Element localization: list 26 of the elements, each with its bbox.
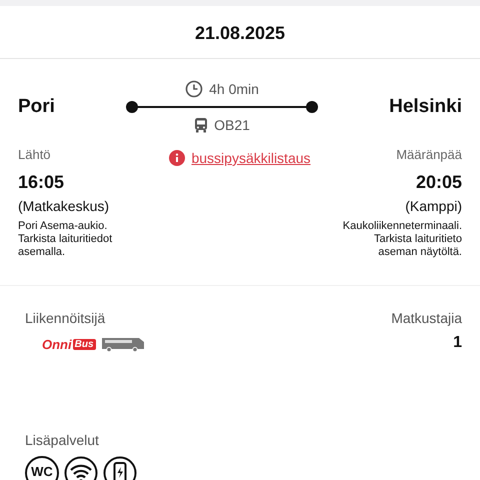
passenger-count: 1 (453, 334, 462, 352)
info-icon (169, 150, 186, 166)
duration-text: 4h 0min (209, 81, 259, 97)
departure-note: Pori Asema-aukio. Tarkista laituritiedot asemalla. (18, 220, 114, 259)
operator-logo: Onni Bus (42, 336, 96, 352)
arrival-station: (Kamppi) (405, 198, 462, 214)
arrival-note: Kaukoliikenneterminaali. Tarkista laituritieto aseman näytöltä. (342, 220, 462, 259)
stop-list-link[interactable]: bussipysäkkilistaus (191, 150, 311, 166)
arrival-time: 20:05 (416, 172, 462, 193)
passengers-label: Matkustajia (391, 310, 462, 326)
line-code: OB21 (214, 117, 250, 133)
clock-icon (185, 80, 204, 98)
phone-charging-icon (103, 456, 137, 480)
bus-icon (194, 117, 208, 133)
trip-date: 21.08.2025 (194, 22, 286, 45)
extras-label: Lisäpalvelut (25, 432, 100, 448)
arrival-label: Määränpää (396, 147, 462, 162)
wifi-icon (64, 456, 98, 480)
departure-station: (Matkakeskus) (18, 198, 110, 214)
departure-time: 16:05 (18, 172, 64, 193)
departure-label: Lähtö (18, 147, 51, 162)
coach-icon (100, 336, 145, 352)
toilet-icon: WC (25, 456, 59, 480)
operator-label: Liikennöitsijä (25, 310, 106, 326)
origin-city: Pori (18, 96, 55, 118)
destination-city: Helsinki (389, 96, 462, 118)
